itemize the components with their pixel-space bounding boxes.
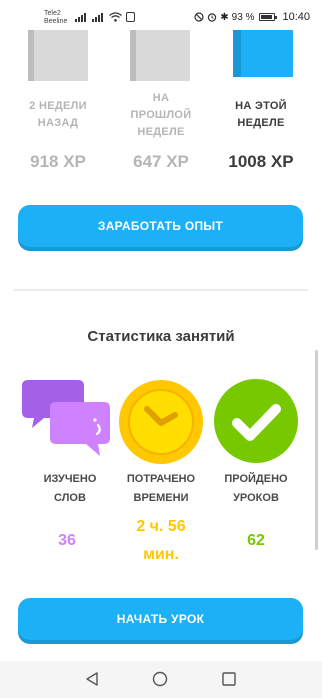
clock-icon — [119, 380, 203, 464]
week-label-line: НЕДЕЛЕ — [237, 117, 285, 129]
earn-xp-button[interactable]: ЗАРАБОТАТЬ ОПЫТ — [18, 205, 303, 247]
week-label-line: НА — [152, 92, 170, 104]
week-column-last-week: НА ПРОШЛОЙ НЕДЕЛЕ 647 XP — [116, 90, 206, 171]
stat-label-time: ПОТРАЧЕНО ВРЕМЕНИ — [116, 470, 206, 508]
stat-label-lessons: ПРОЙДЕНО УРОКОВ — [211, 470, 301, 508]
stat-label-line: ИЗУЧЕНО — [43, 473, 97, 485]
carrier-1: Tele2 — [44, 10, 61, 17]
bar-last-week — [130, 30, 190, 81]
stat-value-line: 62 — [247, 532, 265, 549]
stat-value-line: 36 — [58, 532, 76, 549]
signal-icon — [75, 13, 87, 22]
stat-value-line: 2 ч. 56 — [136, 518, 186, 535]
stat-value-line: мин. — [143, 546, 179, 563]
week-column-this-week: НА ЭТОЙ НЕДЕЛЕ 1008 XP — [216, 98, 306, 171]
stat-label-words: ИЗУЧЕНО СЛОВ — [25, 470, 115, 508]
stat-value-lessons: 62 — [211, 527, 301, 555]
chat-bubbles-icon — [22, 380, 110, 456]
bluetooth-icon: ✱ — [220, 11, 229, 23]
week-label-line: 2 НЕДЕЛИ — [29, 100, 87, 112]
week-column-two-weeks-ago: 2 НЕДЕЛИ НАЗАД 918 XP — [13, 98, 103, 171]
stat-value-time: 2 ч. 56 мин. — [116, 513, 206, 569]
section-divider — [14, 289, 308, 291]
battery-percent: 93 % — [231, 11, 255, 23]
week-label-line: НЕДЕЛЕ — [137, 126, 185, 138]
stat-label-line: ВРЕМЕНИ — [133, 492, 189, 504]
battery-icon — [259, 13, 278, 21]
notification-icon — [126, 12, 135, 22]
do-not-disturb-icon — [194, 12, 204, 22]
back-triangle-icon[interactable] — [84, 671, 100, 687]
stats-title: Статистика занятий — [87, 328, 235, 345]
stat-label-line: УРОКОВ — [233, 492, 279, 504]
clock-time: 10:40 — [282, 11, 310, 23]
week-xp-value: 918 XP — [30, 152, 86, 171]
system-nav-bar — [0, 661, 322, 698]
week-xp-value: 1008 XP — [228, 152, 294, 171]
bar-two-weeks-ago — [28, 30, 88, 81]
alarm-icon — [208, 13, 217, 22]
stat-value-words: 36 — [22, 527, 112, 555]
carrier-2: Beeline — [44, 18, 68, 25]
week-label-line: НАЗАД — [37, 117, 79, 129]
stat-label-line: ПРОЙДЕНО — [224, 473, 288, 485]
status-right: ✱ 93 % 10:40 — [194, 11, 310, 23]
stat-label-line: ПОТРАЧЕНО — [126, 473, 196, 485]
week-label-line: ПРОШЛОЙ — [130, 109, 192, 121]
status-bar: Tele2 Beeline ✱ 93 % 10:40 — [0, 0, 322, 30]
scrollbar[interactable] — [315, 350, 318, 550]
stat-label-line: СЛОВ — [54, 492, 86, 504]
wifi-icon — [109, 12, 122, 22]
start-lesson-button[interactable]: НАЧАТЬ УРОК — [18, 598, 303, 640]
checkmark-icon — [214, 379, 298, 463]
signal-icon — [92, 13, 104, 22]
week-xp-value: 647 XP — [133, 152, 189, 171]
carrier-names: Tele2 Beeline — [44, 10, 67, 26]
bar-this-week — [233, 30, 293, 81]
recents-square-icon[interactable] — [221, 671, 237, 687]
home-circle-icon[interactable] — [152, 671, 168, 687]
week-label-line: НА ЭТОЙ — [235, 100, 287, 112]
